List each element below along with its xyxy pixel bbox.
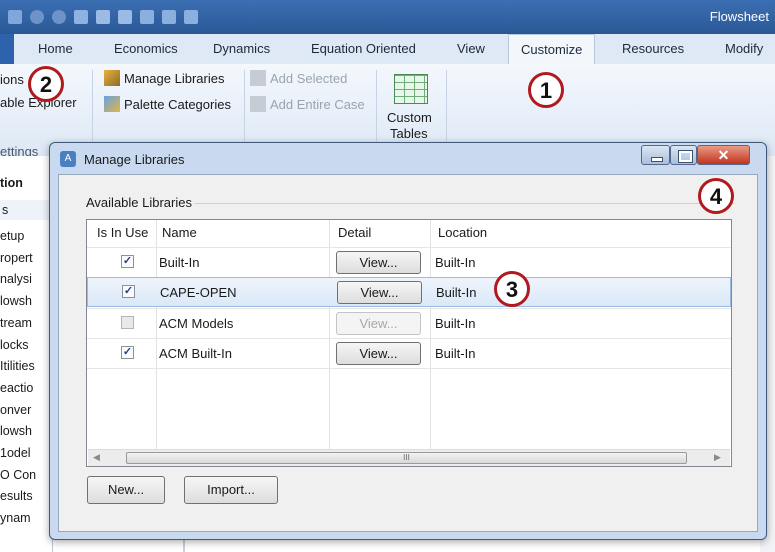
column-header-name[interactable]: Name [162, 225, 197, 240]
library-icon [104, 70, 120, 86]
group-line [194, 203, 734, 204]
in-use-checkbox[interactable]: ✓ [121, 255, 134, 268]
table-row-selected[interactable]: ✓ CAPE-OPEN View... Built-In [87, 277, 731, 307]
tab-view[interactable]: View [457, 41, 485, 56]
ribbon-fragment[interactable]: ions [0, 72, 24, 87]
palette-icon [104, 96, 120, 112]
manage-libraries-button[interactable]: Manage Libraries [104, 70, 224, 86]
add-case-icon [250, 96, 266, 112]
library-location: Built-In [435, 346, 476, 361]
redo-icon[interactable] [52, 10, 66, 24]
add-entire-case-button[interactable]: Add Entire Case [250, 96, 365, 112]
library-name: ACM Built-In [159, 346, 232, 361]
ribbon-separator [376, 70, 377, 150]
library-name: CAPE-OPEN [160, 285, 237, 300]
undo-icon[interactable] [30, 10, 44, 24]
ribbon-separator [446, 70, 447, 150]
new-button[interactable]: New... [87, 476, 165, 504]
scroll-left-icon[interactable]: ◀ [93, 452, 100, 463]
window-title: Flowsheet [709, 9, 769, 24]
ribbon-separator [244, 70, 245, 150]
view-button-disabled[interactable]: View... [336, 312, 421, 335]
row-divider [87, 368, 731, 369]
reset-icon[interactable] [184, 10, 198, 24]
callout-4: 4 [698, 178, 734, 214]
table-row[interactable]: ✓ Built-In View... Built-In [87, 247, 731, 277]
column-header-location[interactable]: Location [438, 225, 487, 240]
library-location: Built-In [435, 316, 476, 331]
close-button[interactable]: ✕ [697, 145, 750, 165]
callout-2: 2 [28, 66, 64, 102]
step-icon[interactable] [118, 10, 132, 24]
tab-customize[interactable]: Customize [508, 34, 596, 64]
add-selected-icon [250, 70, 266, 86]
ribbon-tab-bar: Home Economics Dynamics Equation Oriente… [0, 34, 775, 65]
library-location: Built-In [436, 285, 477, 300]
title-bar: Flowsheet [0, 0, 775, 34]
callout-1: 1 [528, 72, 564, 108]
tab-economics[interactable]: Economics [114, 41, 178, 56]
minimize-button[interactable] [641, 145, 670, 165]
callout-3: 3 [494, 271, 530, 307]
palette-categories-label: Palette Categories [124, 97, 231, 112]
minimize-icon [651, 157, 663, 162]
in-use-checkbox[interactable] [121, 316, 134, 329]
manage-libraries-label: Manage Libraries [124, 71, 225, 86]
in-use-checkbox[interactable]: ✓ [122, 285, 135, 298]
scroll-thumb[interactable]: III [126, 452, 687, 464]
add-selected-button[interactable]: Add Selected [250, 70, 347, 86]
ribbon-separator [92, 70, 93, 150]
custom-tables-button[interactable]: Custom Tables [380, 70, 442, 150]
add-selected-label: Add Selected [270, 71, 348, 86]
palette-categories-button[interactable]: Palette Categories [104, 96, 231, 112]
library-location: Built-In [435, 255, 476, 270]
view-button[interactable]: View... [337, 281, 422, 304]
dialog-content: Available Libraries Is In Use Name Detai… [58, 174, 758, 532]
scroll-right-icon[interactable]: ▶ [714, 452, 721, 463]
tab-home[interactable]: Home [38, 41, 73, 56]
view-button[interactable]: View... [336, 251, 421, 274]
run-icon[interactable] [74, 10, 88, 24]
navigation-pane: tion s etup ropert nalysi lowsh tream lo… [0, 156, 62, 552]
libraries-table: Is In Use Name Detail Location ✓ Built-I… [86, 219, 732, 467]
next-icon[interactable] [96, 10, 110, 24]
tab-dynamics[interactable]: Dynamics [213, 41, 270, 56]
file-tab-edge[interactable] [0, 34, 14, 64]
close-icon: ✕ [717, 147, 730, 163]
save-icon[interactable] [8, 10, 22, 24]
view-button[interactable]: View... [336, 342, 421, 365]
column-header-detail[interactable]: Detail [338, 225, 371, 240]
manage-libraries-dialog: A Manage Libraries ✕ Available Libraries… [49, 142, 767, 540]
stop-icon[interactable] [162, 10, 176, 24]
library-name: Built-In [159, 255, 200, 270]
table-row[interactable]: ACM Models View... Built-In [87, 308, 731, 338]
tab-modify[interactable]: Modify [725, 41, 763, 56]
maximize-button[interactable] [670, 145, 697, 165]
custom-tables-label-2: Tables [390, 126, 428, 141]
in-use-checkbox[interactable]: ✓ [121, 346, 134, 359]
available-libraries-label: Available Libraries [86, 195, 192, 210]
tab-resources[interactable]: Resources [622, 41, 684, 56]
dialog-title: Manage Libraries [84, 152, 185, 167]
tab-equation-oriented[interactable]: Equation Oriented [311, 41, 416, 56]
maximize-icon [678, 150, 693, 163]
library-name: ACM Models [159, 316, 234, 331]
table-icon [394, 74, 428, 104]
app-icon: A [60, 151, 76, 167]
play-icon[interactable] [140, 10, 154, 24]
add-entire-case-label: Add Entire Case [270, 97, 365, 112]
horizontal-scrollbar[interactable]: ◀ III ▶ [88, 449, 730, 466]
import-button[interactable]: Import... [184, 476, 278, 504]
custom-tables-label-1: Custom [387, 110, 432, 125]
column-header-in-use[interactable]: Is In Use [97, 225, 148, 240]
table-row[interactable]: ✓ ACM Built-In View... Built-In [87, 338, 731, 368]
